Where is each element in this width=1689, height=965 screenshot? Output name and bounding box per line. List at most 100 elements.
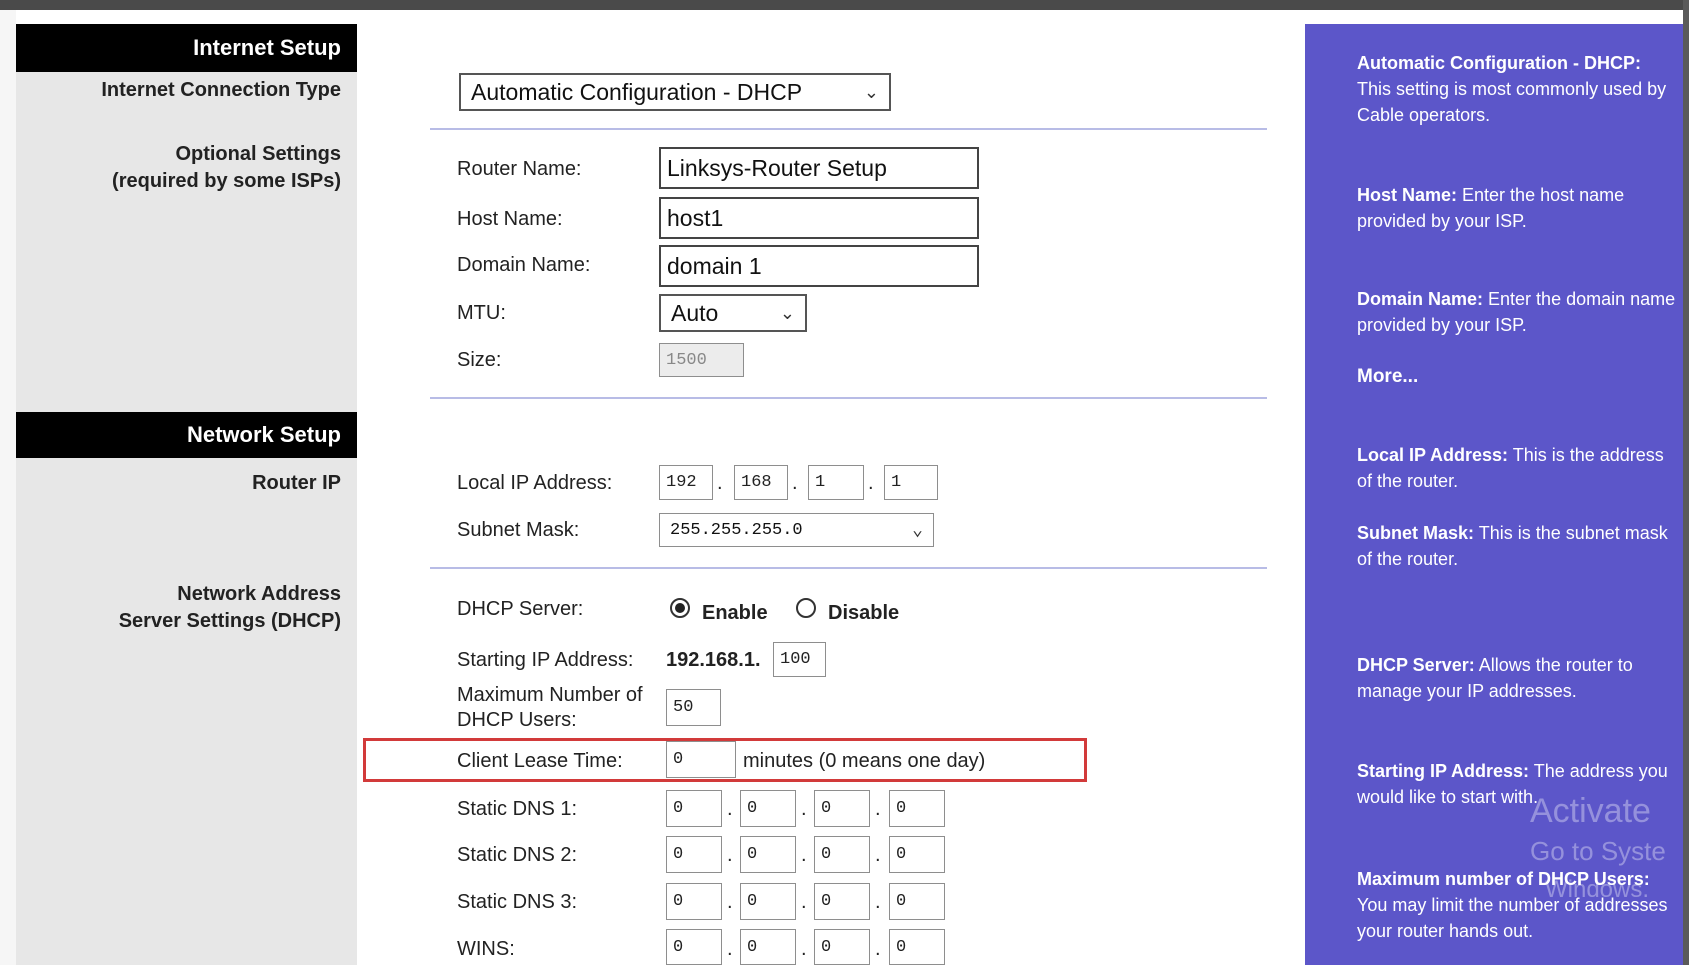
subnet-mask-label: Subnet Mask: bbox=[457, 519, 580, 541]
ip-dot: . bbox=[801, 938, 807, 960]
dhcp-settings-label: Server Settings (DHCP) bbox=[118, 610, 341, 632]
ip-dot: . bbox=[727, 798, 733, 820]
help-more-link[interactable]: More... bbox=[1357, 366, 1418, 388]
ip-dot: . bbox=[727, 938, 733, 960]
domain-name-input[interactable] bbox=[659, 245, 979, 287]
dns2-octet-3[interactable] bbox=[814, 836, 870, 873]
separator bbox=[430, 397, 1267, 399]
network-setup-header: Network Setup bbox=[16, 412, 357, 458]
optional-settings-label: Optional Settings bbox=[175, 143, 341, 165]
optional-settings-sublabel: (required by some ISPs) bbox=[112, 170, 341, 192]
ip-dot: . bbox=[727, 891, 733, 913]
dns3-octet-3[interactable] bbox=[814, 883, 870, 920]
dhcp-server-label: DHCP Server: bbox=[457, 598, 584, 620]
ip-dot: . bbox=[875, 798, 881, 820]
dns1-octet-3[interactable] bbox=[814, 790, 870, 827]
ip-dot: . bbox=[875, 891, 881, 913]
help-host-name: Host Name: Enter the host name provided … bbox=[1357, 182, 1677, 234]
dns1-octet-1[interactable] bbox=[666, 790, 722, 827]
ip-dot: . bbox=[801, 891, 807, 913]
dns2-octet-2[interactable] bbox=[740, 836, 796, 873]
static-dns-3-label: Static DNS 3: bbox=[457, 891, 578, 913]
domain-name-label: Domain Name: bbox=[457, 254, 591, 276]
activate-windows-watermark-line2: Go to Syste bbox=[1530, 836, 1666, 866]
help-subnet-mask: Subnet Mask: This is the subnet mask of … bbox=[1357, 520, 1677, 572]
internet-setup-header: Internet Setup bbox=[16, 24, 357, 72]
dns2-octet-4[interactable] bbox=[889, 836, 945, 873]
activate-windows-watermark: Activate bbox=[1530, 792, 1651, 830]
network-address-label: Network Address bbox=[177, 583, 341, 605]
window-right-border bbox=[1683, 0, 1689, 965]
router-name-input[interactable] bbox=[659, 147, 979, 189]
mtu-value: Auto bbox=[671, 299, 719, 326]
help-auto-config: Automatic Configuration - DHCP: This set… bbox=[1357, 50, 1677, 128]
ip-dot: . bbox=[792, 472, 798, 494]
starting-ip-last-octet[interactable] bbox=[773, 642, 826, 677]
dhcp-disable-label: Disable bbox=[828, 602, 900, 624]
local-ip-octet-2[interactable] bbox=[734, 465, 788, 500]
static-dns-1-label: Static DNS 1: bbox=[457, 798, 578, 820]
help-host-name-title: Host Name: bbox=[1357, 185, 1458, 205]
lease-time-hint: minutes (0 means one day) bbox=[743, 750, 986, 772]
window-top-border bbox=[0, 0, 1689, 10]
chevron-down-icon: ⌄ bbox=[863, 81, 879, 102]
help-dhcp-server-title: DHCP Server: bbox=[1357, 655, 1475, 675]
help-dhcp-server: DHCP Server: Allows the router to manage… bbox=[1357, 652, 1677, 704]
dns2-octet-1[interactable] bbox=[666, 836, 722, 873]
help-local-ip-title: Local IP Address: bbox=[1357, 445, 1509, 465]
dns1-octet-4[interactable] bbox=[889, 790, 945, 827]
max-dhcp-users-input[interactable] bbox=[666, 689, 721, 726]
local-ip-label: Local IP Address: bbox=[457, 472, 613, 494]
separator bbox=[430, 567, 1267, 569]
mtu-label: MTU: bbox=[457, 302, 506, 324]
connection-type-value: Automatic Configuration - DHCP bbox=[471, 78, 803, 105]
size-label: Size: bbox=[457, 349, 502, 371]
max-users-label-2: DHCP Users: bbox=[457, 709, 577, 731]
starting-ip-prefix: 192.168.1. bbox=[666, 649, 761, 671]
mtu-size-input bbox=[659, 343, 744, 377]
wins-octet-1[interactable] bbox=[666, 929, 722, 965]
dns3-octet-4[interactable] bbox=[889, 883, 945, 920]
subnet-mask-value: 255.255.255.0 bbox=[670, 520, 803, 540]
host-name-input[interactable] bbox=[659, 197, 979, 239]
wins-octet-4[interactable] bbox=[889, 929, 945, 965]
help-local-ip: Local IP Address: This is the address of… bbox=[1357, 442, 1677, 494]
static-dns-2-label: Static DNS 2: bbox=[457, 844, 578, 866]
dhcp-enable-radio[interactable] bbox=[670, 598, 690, 618]
client-lease-time-label: Client Lease Time: bbox=[457, 750, 623, 772]
chevron-down-icon: ⌄ bbox=[912, 521, 923, 541]
local-ip-octet-3[interactable] bbox=[808, 465, 864, 500]
starting-ip-label: Starting IP Address: bbox=[457, 649, 634, 671]
wins-octet-2[interactable] bbox=[740, 929, 796, 965]
dhcp-disable-radio[interactable] bbox=[796, 598, 816, 618]
dns3-octet-2[interactable] bbox=[740, 883, 796, 920]
mtu-select[interactable]: Auto ⌄ bbox=[659, 294, 807, 332]
connection-type-label: Internet Connection Type bbox=[101, 79, 341, 101]
help-panel: Automatic Configuration - DHCP: This set… bbox=[1305, 24, 1683, 965]
chevron-down-icon: ⌄ bbox=[779, 302, 795, 323]
dns3-octet-1[interactable] bbox=[666, 883, 722, 920]
activate-windows-watermark-line3: Windows. bbox=[1545, 876, 1650, 903]
wins-octet-3[interactable] bbox=[814, 929, 870, 965]
help-starting-ip-title: Starting IP Address: bbox=[1357, 761, 1530, 781]
help-domain-name: Domain Name: Enter the domain name provi… bbox=[1357, 286, 1677, 338]
dhcp-enable-label: Enable bbox=[702, 602, 768, 624]
router-name-label: Router Name: bbox=[457, 158, 582, 180]
help-auto-config-title: Automatic Configuration - DHCP: bbox=[1357, 53, 1641, 73]
ip-dot: . bbox=[717, 472, 723, 494]
connection-type-select[interactable]: Automatic Configuration - DHCP ⌄ bbox=[459, 73, 891, 111]
ip-dot: . bbox=[801, 844, 807, 866]
ip-dot: . bbox=[727, 844, 733, 866]
help-domain-name-title: Domain Name: bbox=[1357, 289, 1484, 309]
ip-dot: . bbox=[868, 472, 874, 494]
ip-dot: . bbox=[875, 938, 881, 960]
help-subnet-mask-title: Subnet Mask: bbox=[1357, 523, 1475, 543]
local-ip-octet-1[interactable] bbox=[659, 465, 713, 500]
dns1-octet-2[interactable] bbox=[740, 790, 796, 827]
window-left-margin bbox=[0, 10, 16, 965]
subnet-mask-select[interactable]: 255.255.255.0 ⌄ bbox=[659, 513, 934, 547]
local-ip-octet-4[interactable] bbox=[884, 465, 938, 500]
client-lease-time-input[interactable] bbox=[666, 741, 736, 778]
ip-dot: . bbox=[801, 798, 807, 820]
wins-label: WINS: bbox=[457, 938, 515, 960]
